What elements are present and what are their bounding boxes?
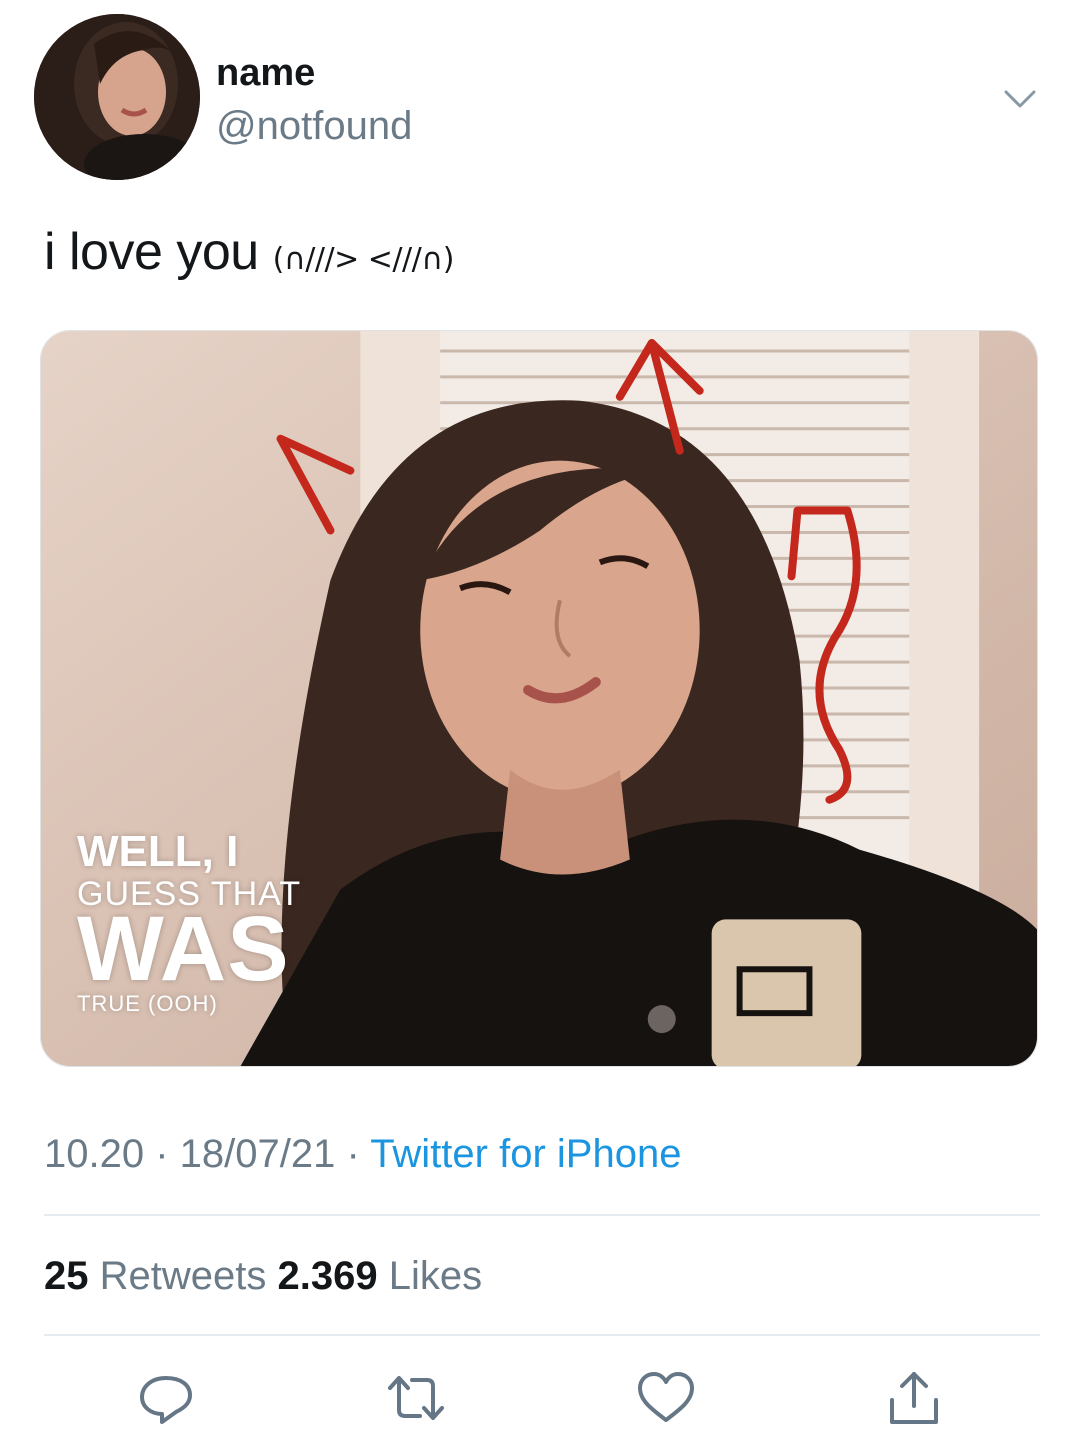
overlay-line-4: TRUE (OOH) [77, 991, 218, 1016]
tweet-text: i love you (∩///> <///∩) [44, 222, 454, 282]
likes-count: 2.369 [277, 1254, 378, 1298]
divider [44, 1214, 1040, 1216]
avatar-photo [34, 14, 200, 180]
reply-button[interactable] [136, 1370, 196, 1426]
meta-separator: · [144, 1132, 180, 1176]
like-button[interactable] [636, 1370, 696, 1426]
tweet-kaomoji: (∩///> <///∩) [272, 242, 455, 277]
retweet-button[interactable] [386, 1370, 446, 1426]
likes-stat[interactable]: 2.369 Likes [277, 1254, 482, 1298]
tweet-timestamp: 10.20 · 18/07/21 · Twitter for iPhone [44, 1132, 681, 1177]
overlay-line-3: WAS [77, 898, 290, 1000]
heart-icon [638, 1372, 694, 1422]
user-handle[interactable]: @notfound [216, 104, 412, 149]
retweets-count: 25 [44, 1254, 89, 1298]
display-name[interactable]: name [216, 52, 315, 95]
retweets-label: Retweets [88, 1254, 278, 1298]
tweet-source-link[interactable]: Twitter for iPhone [370, 1132, 681, 1176]
overlay-line-1: WELL, I [77, 827, 239, 876]
tweet-card: name @notfound i love you (∩///> <///∩) [0, 0, 1080, 1440]
share-icon [890, 1372, 938, 1424]
share-button[interactable] [884, 1370, 944, 1426]
meta-separator: · [335, 1132, 371, 1176]
likes-label: Likes [377, 1254, 483, 1298]
tweet-stats: 25 Retweets 2.369 Likes [44, 1254, 482, 1299]
tweet-text-body: i love you [44, 223, 259, 281]
reply-icon [140, 1376, 192, 1424]
tweet-media-photo[interactable]: WELL, I GUESS THAT WAS TRUE (OOH) [40, 330, 1038, 1067]
avatar[interactable] [34, 14, 200, 180]
tweet-date[interactable]: 18/07/21 [180, 1132, 336, 1176]
tweet-time[interactable]: 10.20 [44, 1132, 144, 1176]
retweet-icon [388, 1376, 444, 1420]
retweets-stat[interactable]: 25 Retweets [44, 1254, 277, 1298]
divider [44, 1334, 1040, 1336]
chevron-down-icon[interactable] [1000, 84, 1040, 114]
